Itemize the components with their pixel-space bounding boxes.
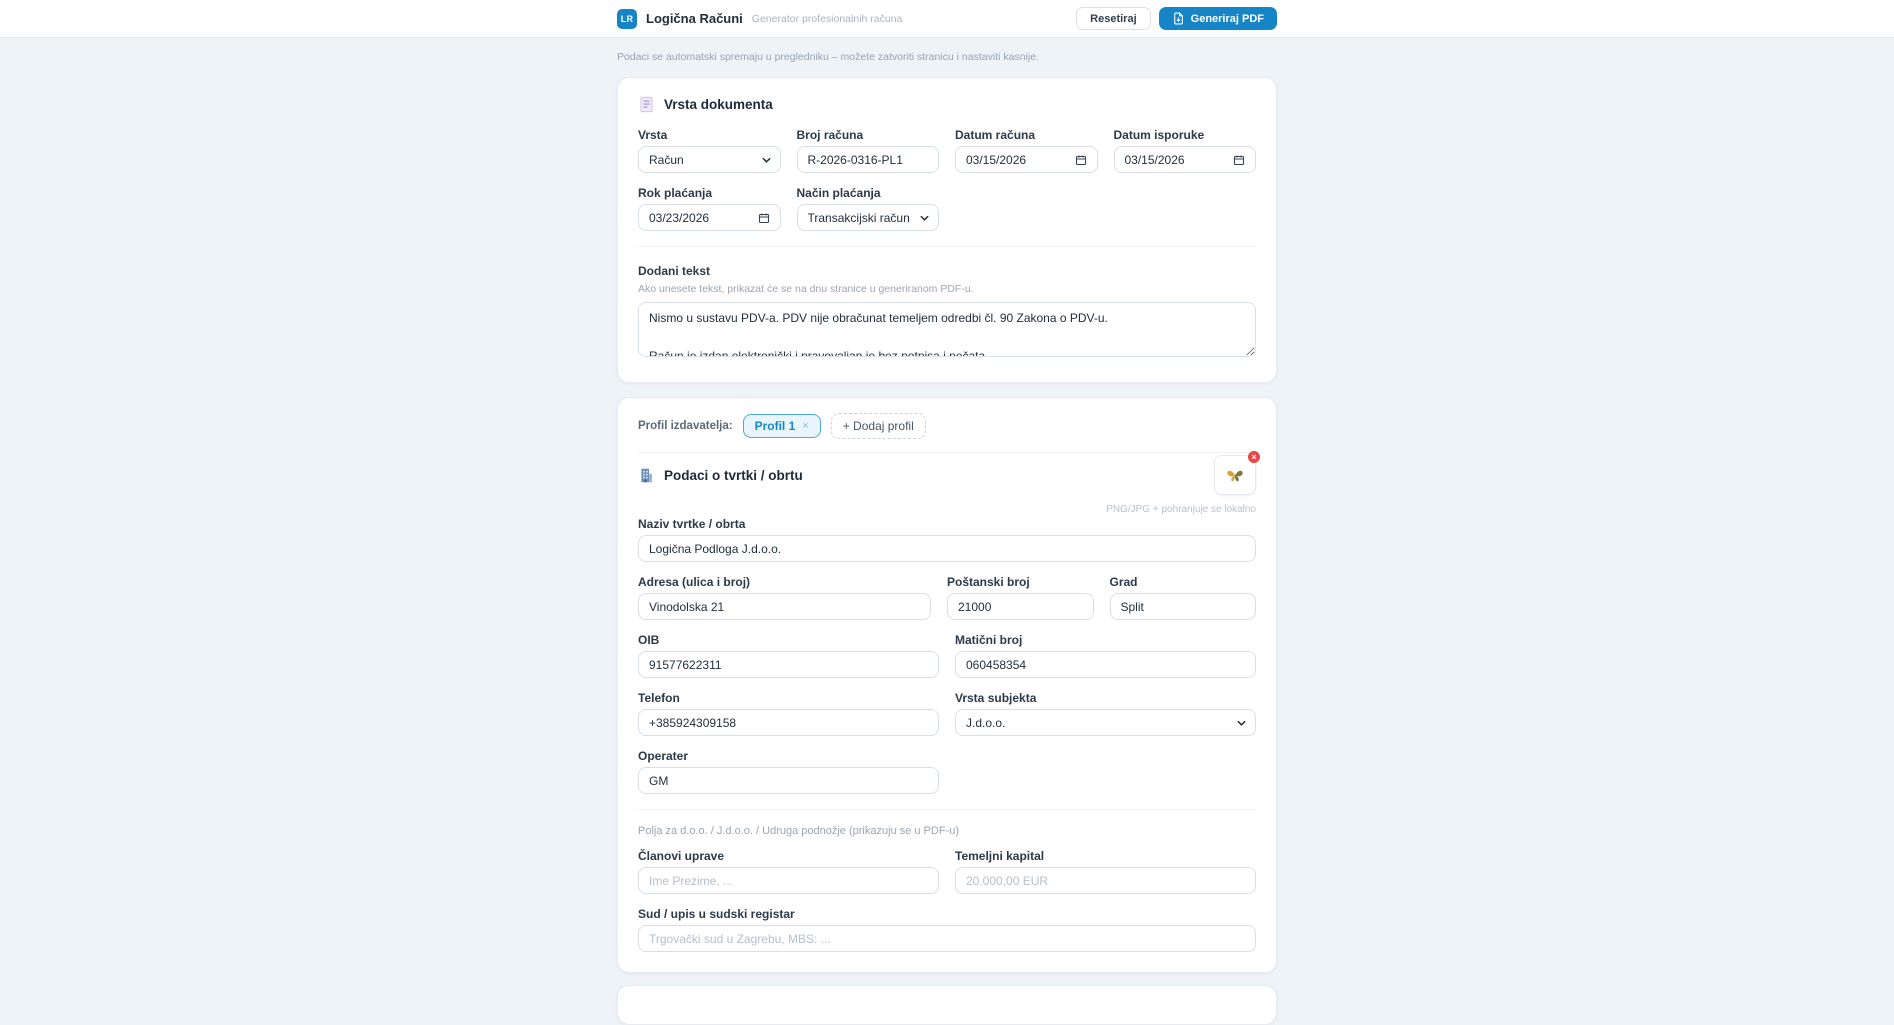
sudski-registar-label: Sud / upis u sudski registar [638,907,1256,921]
rok-placanja-value: 03/23/2026 [649,211,709,225]
operater-input[interactable] [638,767,939,794]
document-card: Vrsta dokumenta Vrsta Račun Broj računa [617,77,1277,383]
divider [638,246,1256,247]
dodani-tekst-textarea[interactable]: Nismo u sustavu PDV-a. PDV nije obračuna… [638,302,1256,357]
building-icon [638,467,655,484]
sudski-registar-input[interactable] [638,925,1256,952]
maticni-broj-input[interactable] [955,651,1256,678]
dodani-tekst-label: Dodani tekst [638,264,710,278]
broj-racuna-input[interactable] [797,146,940,173]
app-logo: LR [617,9,637,29]
adresa-input[interactable] [638,593,931,620]
calendar-icon[interactable] [1233,154,1245,166]
legal-fields-note: Polja za d.o.o. / J.d.o.o. / Udruga podn… [638,825,1256,837]
company-card-title: Podaci o tvrtki / obrtu [664,468,803,483]
profile-bar-label: Profil izdavatelja: [638,420,733,432]
app-title: Logična Računi [646,11,743,26]
naziv-input[interactable] [638,535,1256,562]
document-card-title: Vrsta dokumenta [664,97,773,112]
remove-logo-button[interactable]: × [1247,450,1261,464]
telefon-input[interactable] [638,709,939,736]
calendar-icon[interactable] [758,212,770,224]
calendar-icon[interactable] [1075,154,1087,166]
rok-placanja-label: Rok plaćanja [638,186,781,200]
topbar: LR Logična Računi Generator profesionaln… [0,0,1894,38]
clanovi-uprave-input[interactable] [638,867,939,894]
generate-pdf-button[interactable]: Generiraj PDF [1159,7,1277,30]
rok-placanja-input[interactable]: 03/23/2026 [638,204,781,231]
divider [638,809,1256,810]
profile-chip[interactable]: Profil 1 × [743,414,821,438]
vrsta-select[interactable]: Račun [638,146,781,173]
receipt-icon [638,96,655,113]
datum-racuna-value: 03/15/2026 [966,153,1026,167]
vrsta-subjekta-select[interactable]: J.d.o.o. [955,709,1256,736]
datum-isporuke-value: 03/15/2026 [1125,153,1185,167]
clanovi-uprave-label: Članovi uprave [638,849,939,863]
datum-isporuke-input[interactable]: 03/15/2026 [1114,146,1257,173]
broj-racuna-label: Broj računa [797,128,940,142]
reset-button[interactable]: Resetiraj [1076,7,1150,30]
datum-racuna-input[interactable]: 03/15/2026 [955,146,1098,173]
datum-isporuke-label: Datum isporuke [1114,128,1257,142]
datum-racuna-label: Datum računa [955,128,1098,142]
pdf-download-icon [1172,12,1185,25]
postanski-broj-input[interactable] [947,593,1094,620]
app-subtitle: Generator profesionalnih računa [752,13,903,25]
next-card-sliver [617,985,1277,1025]
telefon-label: Telefon [638,691,939,705]
adresa-label: Adresa (ulica i broj) [638,575,931,589]
grad-label: Grad [1110,575,1257,589]
postanski-broj-label: Poštanski broj [947,575,1094,589]
add-profile-button[interactable]: + Dodaj profil [831,413,926,439]
oib-label: OIB [638,633,939,647]
autosave-note: Podaci se automatski spremaju u pregledn… [617,51,1277,63]
grad-input[interactable] [1110,593,1257,620]
logo-storage-note: PNG/JPG + pohranjuje se lokalno [1106,504,1256,515]
remove-profile-icon[interactable]: × [802,420,808,432]
naziv-label: Naziv tvrtke / obrta [638,517,1256,531]
company-card: Profil izdavatelja: Profil 1 × + Dodaj p… [617,397,1277,973]
nacin-placanja-label: Način plaćanja [797,186,940,200]
company-logo-image [1225,468,1245,483]
dodani-tekst-helper: Ako unesete tekst, prikazat će se na dnu… [638,283,1256,295]
nacin-placanja-select[interactable]: Transakcijski račun [797,204,940,231]
oib-input[interactable] [638,651,939,678]
temeljni-kapital-label: Temeljni kapital [955,849,1256,863]
temeljni-kapital-input[interactable] [955,867,1256,894]
vrsta-subjekta-label: Vrsta subjekta [955,691,1256,705]
generate-pdf-label: Generiraj PDF [1191,13,1264,25]
vrsta-label: Vrsta [638,128,781,142]
company-logo-upload[interactable]: × [1214,455,1256,495]
operater-label: Operater [638,749,939,763]
profile-chip-label: Profil 1 [755,419,796,433]
maticni-broj-label: Matični broj [955,633,1256,647]
